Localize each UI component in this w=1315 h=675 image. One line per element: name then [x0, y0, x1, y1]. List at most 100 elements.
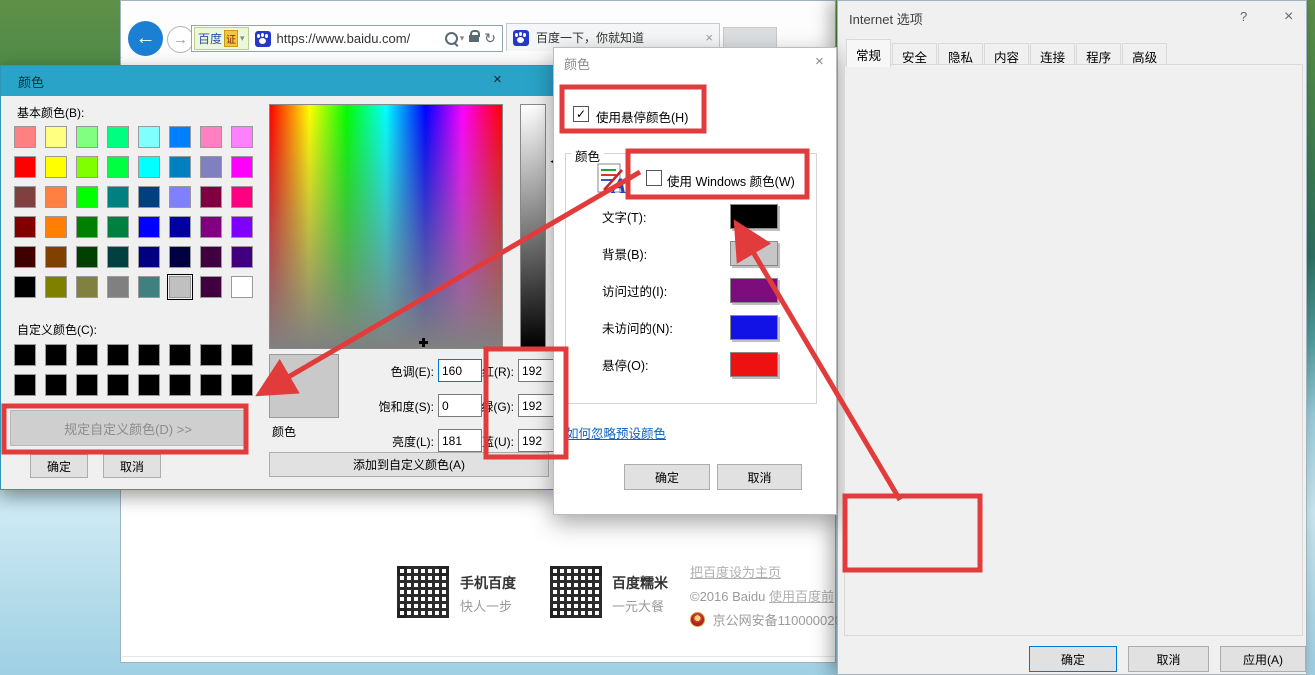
hover-checkbox-label[interactable]: 使用悬停颜色(H)	[596, 107, 688, 126]
tab-常规[interactable]: 常规	[846, 39, 891, 67]
set-homepage-link[interactable]: 把百度设为主页	[690, 562, 781, 581]
dialog-footer-button[interactable]: 应用(A)	[1220, 646, 1306, 672]
close-icon[interactable]: ×	[493, 71, 502, 88]
basic-color-swatch[interactable]	[138, 186, 160, 208]
basic-color-swatch[interactable]	[169, 156, 191, 178]
tab-close-icon[interactable]: ×	[705, 30, 713, 45]
basic-color-swatch[interactable]	[14, 186, 36, 208]
add-to-custom-colors-button[interactable]: 添加到自定义颜色(A)	[269, 452, 549, 477]
custom-color-swatch[interactable]	[45, 374, 67, 396]
basic-color-swatch[interactable]	[231, 246, 253, 268]
basic-color-swatch[interactable]	[76, 186, 98, 208]
basic-color-swatch[interactable]	[107, 186, 129, 208]
color-swatch-button[interactable]	[730, 241, 778, 266]
basic-color-swatch[interactable]	[107, 276, 129, 298]
cancel-button[interactable]: 取消	[717, 464, 802, 490]
address-bar[interactable]: 百度 证 ▾ https://www.baidu.com/ ▾ ↻	[191, 25, 503, 52]
basic-color-swatch[interactable]	[200, 186, 222, 208]
basic-color-swatch[interactable]	[107, 216, 129, 238]
color-swatch-button[interactable]	[730, 204, 778, 229]
basic-color-swatch[interactable]	[14, 276, 36, 298]
luminance-slider[interactable]	[520, 104, 546, 349]
back-button[interactable]: ←	[128, 21, 163, 56]
color-swatch-button[interactable]	[730, 315, 778, 340]
basic-color-swatch[interactable]	[76, 216, 98, 238]
basic-color-swatch[interactable]	[231, 156, 253, 178]
basic-color-swatch[interactable]	[45, 186, 67, 208]
hue-crosshair[interactable]	[419, 338, 428, 347]
color-swatch-button[interactable]	[730, 352, 778, 377]
basic-color-swatch[interactable]	[14, 216, 36, 238]
basic-color-swatch[interactable]	[169, 216, 191, 238]
basic-color-swatch[interactable]	[14, 246, 36, 268]
search-dropdown-icon[interactable]: ▾	[460, 33, 465, 44]
close-icon[interactable]: ×	[815, 53, 824, 70]
basic-color-swatch[interactable]	[231, 126, 253, 148]
basic-color-swatch[interactable]	[169, 126, 191, 148]
use-windows-colors-checkbox[interactable]	[646, 170, 662, 186]
basic-color-swatch[interactable]	[138, 156, 160, 178]
basic-color-swatch[interactable]	[107, 156, 129, 178]
custom-color-swatch[interactable]	[107, 374, 129, 396]
basic-color-swatch[interactable]	[138, 246, 160, 268]
basic-color-swatch[interactable]	[14, 156, 36, 178]
baidu-extension-badge[interactable]: 百度 证 ▾	[194, 27, 249, 50]
custom-color-swatch[interactable]	[231, 344, 253, 366]
refresh-icon[interactable]: ↻	[484, 30, 496, 47]
basic-color-swatch[interactable]	[107, 126, 129, 148]
basic-color-swatch[interactable]	[45, 126, 67, 148]
basic-color-swatch[interactable]	[138, 276, 160, 298]
cancel-button[interactable]: 取消	[103, 454, 161, 478]
basic-color-swatch[interactable]	[231, 186, 253, 208]
ignore-preset-colors-link[interactable]: 如何忽略预设颜色	[566, 423, 666, 442]
color-swatch-button[interactable]	[730, 278, 778, 303]
basic-color-swatch[interactable]	[45, 246, 67, 268]
custom-color-swatch[interactable]	[76, 344, 98, 366]
custom-color-swatch[interactable]	[14, 374, 36, 396]
basic-color-swatch[interactable]	[107, 246, 129, 268]
custom-color-swatch[interactable]	[14, 344, 36, 366]
dialog-footer-button[interactable]: 取消	[1128, 646, 1209, 672]
basic-color-swatch[interactable]	[76, 276, 98, 298]
custom-color-swatch[interactable]	[231, 374, 253, 396]
basic-color-swatch[interactable]	[169, 276, 191, 298]
basic-color-swatch[interactable]	[138, 216, 160, 238]
custom-color-swatch[interactable]	[200, 344, 222, 366]
basic-color-swatch[interactable]	[169, 246, 191, 268]
search-icon[interactable]	[445, 32, 458, 45]
custom-color-swatch[interactable]	[169, 344, 191, 366]
dialog-footer-button[interactable]: 确定	[1029, 646, 1117, 672]
custom-color-swatch[interactable]	[200, 374, 222, 396]
basic-color-swatch[interactable]	[200, 276, 222, 298]
close-icon[interactable]: ×	[1284, 8, 1293, 26]
basic-color-swatch[interactable]	[45, 156, 67, 178]
windows-checkbox-label[interactable]: 使用 Windows 颜色(W)	[667, 171, 795, 190]
basic-color-swatch[interactable]	[231, 216, 253, 238]
custom-color-swatch[interactable]	[76, 374, 98, 396]
forward-button[interactable]: →	[167, 26, 194, 53]
basic-color-swatch[interactable]	[76, 246, 98, 268]
basic-color-swatch[interactable]	[169, 186, 191, 208]
use-hover-color-checkbox[interactable]: ✓	[573, 106, 589, 122]
help-icon[interactable]: ?	[1240, 9, 1247, 24]
basic-color-swatch[interactable]	[45, 276, 67, 298]
before-use-link[interactable]: 使用百度前	[769, 589, 834, 604]
basic-color-swatch[interactable]	[76, 126, 98, 148]
basic-color-swatch[interactable]	[45, 216, 67, 238]
custom-color-swatch[interactable]	[169, 374, 191, 396]
basic-color-swatch[interactable]	[76, 156, 98, 178]
basic-color-swatch[interactable]	[14, 126, 36, 148]
basic-color-swatch[interactable]	[231, 276, 253, 298]
ok-button[interactable]: 确定	[624, 464, 710, 490]
custom-color-swatch[interactable]	[107, 344, 129, 366]
custom-color-swatch[interactable]	[45, 344, 67, 366]
custom-color-swatch[interactable]	[138, 344, 160, 366]
basic-color-swatch[interactable]	[200, 216, 222, 238]
url-text[interactable]: https://www.baidu.com/	[277, 31, 411, 46]
basic-color-swatch[interactable]	[200, 156, 222, 178]
ok-button[interactable]: 确定	[30, 454, 88, 478]
basic-color-swatch[interactable]	[138, 126, 160, 148]
basic-color-swatch[interactable]	[200, 126, 222, 148]
basic-color-swatch[interactable]	[200, 246, 222, 268]
custom-color-swatch[interactable]	[138, 374, 160, 396]
